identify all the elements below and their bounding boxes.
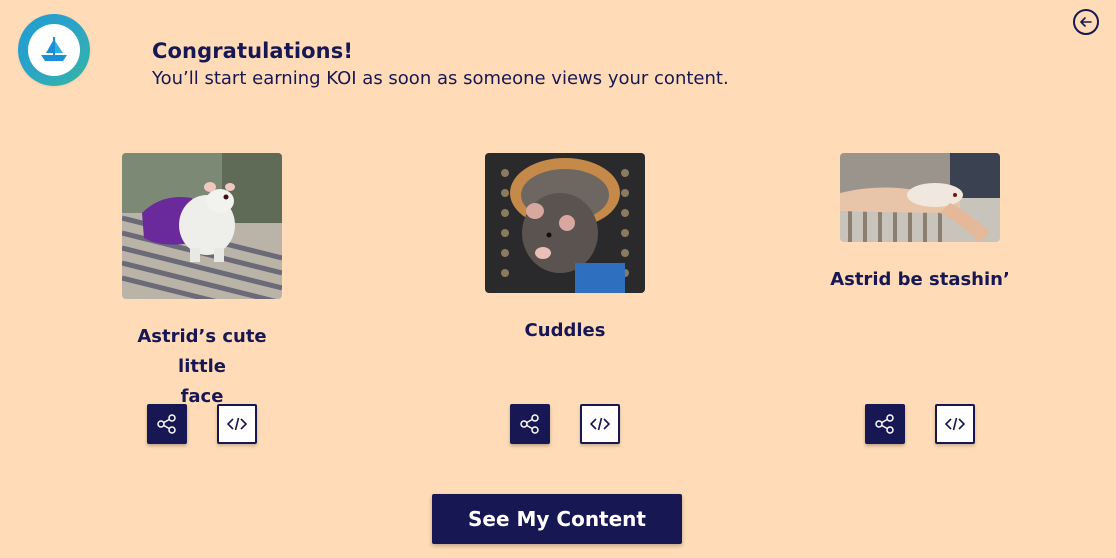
share-icon — [520, 414, 539, 434]
content-title-3-line1: Astrid be stashin’ — [830, 269, 1010, 290]
embed-button-3[interactable] — [935, 404, 975, 444]
share-button-1[interactable] — [147, 404, 187, 444]
content-title-2: Cuddles — [475, 316, 655, 346]
code-embed-icon — [944, 417, 966, 431]
arrow-left-circle-icon — [1080, 17, 1092, 27]
code-embed-icon — [589, 417, 611, 431]
content-title-3: Astrid be stashin’ — [830, 265, 1010, 295]
koi-logo — [18, 14, 90, 86]
page-subtitle: You’ll start earning KOI as soon as some… — [152, 68, 729, 89]
content-thumbnail-2[interactable] — [485, 153, 645, 293]
content-title-1: Astrid’s cute little face — [112, 322, 292, 412]
see-my-content-button[interactable]: See My Content — [432, 494, 682, 544]
share-icon — [875, 414, 894, 434]
embed-button-2[interactable] — [580, 404, 620, 444]
page-title: Congratulations! — [152, 39, 353, 63]
content-thumbnail-1[interactable] — [122, 153, 282, 299]
back-button[interactable] — [1073, 9, 1099, 35]
share-button-3[interactable] — [865, 404, 905, 444]
content-title-1-line1: Astrid’s cute little — [137, 326, 267, 377]
koi-ship-logo-icon — [28, 24, 80, 76]
content-title-1-line2: face — [180, 386, 224, 407]
share-icon — [157, 414, 176, 434]
code-embed-icon — [226, 417, 248, 431]
share-button-2[interactable] — [510, 404, 550, 444]
content-title-2-line1: Cuddles — [524, 320, 606, 341]
embed-button-1[interactable] — [217, 404, 257, 444]
content-thumbnail-3[interactable] — [840, 153, 1000, 242]
